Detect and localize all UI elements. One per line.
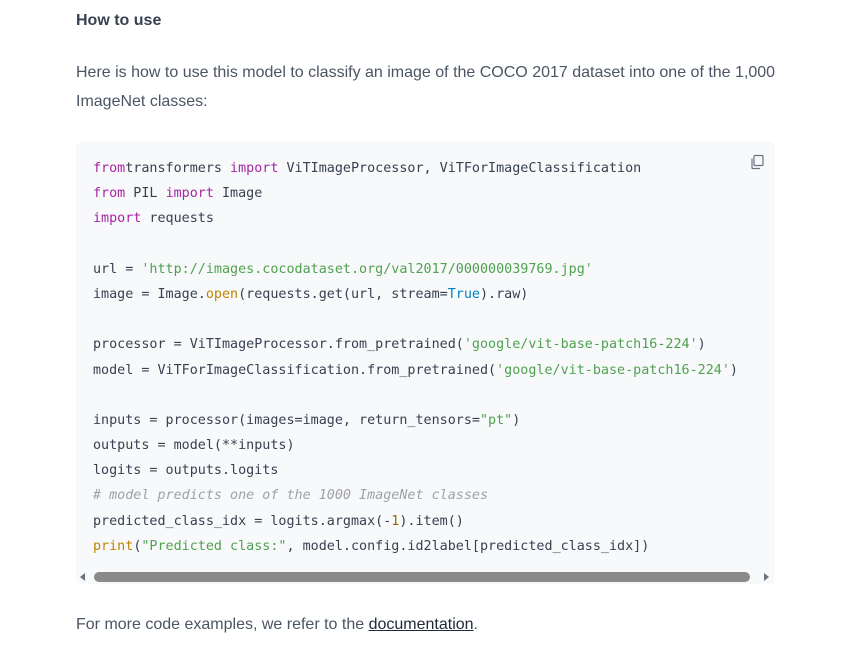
copy-button[interactable]: [749, 154, 765, 170]
code-line: inputs = processor(images=image, return_…: [93, 408, 738, 433]
section-title: How to use: [76, 12, 162, 29]
intro-paragraph: Here is how to use this model to classif…: [76, 64, 776, 110]
code-token: predicted_class_idx = logits.argmax(-: [93, 513, 392, 529]
code-token: "Predicted class:": [141, 538, 287, 554]
code-line: print("Predicted class:", model.config.i…: [93, 534, 738, 559]
code-token: PIL: [125, 186, 166, 202]
code-token: ).raw): [479, 286, 529, 302]
code-token: import: [93, 211, 142, 227]
code-line: image = Image.open(requests.get(url, str…: [93, 282, 738, 307]
code-line: logits = outputs.logits: [93, 458, 738, 483]
code-token: model = ViTForImageClassification.from_p…: [93, 362, 497, 378]
code-token: , model.config.id2label[predicted_class_…: [286, 538, 650, 554]
code-line: from PIL import Image: [93, 181, 738, 206]
code-token: ): [697, 337, 706, 353]
code-line: model = ViTForImageClassification.from_p…: [93, 358, 738, 383]
code-token: print: [93, 538, 134, 554]
footer-prefix: For more code examples, we refer to the: [76, 616, 369, 633]
code-token: ): [512, 412, 521, 428]
code-token: 'google/vit-base-patch16-224': [496, 362, 730, 378]
code-token: Image: [213, 186, 263, 202]
code-token: image = Image.: [93, 286, 206, 302]
code-token: "pt": [479, 412, 513, 428]
scroll-left-arrow-icon[interactable]: [80, 573, 85, 581]
code-line: import requests: [93, 206, 738, 231]
code-token: outputs = model(**inputs): [93, 438, 295, 454]
footer-suffix: .: [473, 616, 478, 633]
code-line: fromtransformers import ViTImageProcesso…: [93, 156, 738, 181]
horizontal-scrollbar[interactable]: [80, 570, 771, 584]
code-block: fromtransformers import ViTImageProcesso…: [76, 142, 775, 584]
copy-icon: [751, 154, 764, 170]
code-token: requests: [141, 211, 214, 227]
code-token: open: [205, 286, 239, 302]
code-token: import: [165, 186, 214, 202]
code-token: ): [729, 362, 738, 378]
code-token: import: [222, 161, 279, 176]
code-token: ).item(): [399, 513, 464, 529]
code-line: predicted_class_idx = logits.argmax(-1).…: [93, 509, 738, 534]
code-line: outputs = model(**inputs): [93, 433, 738, 458]
code-token: transformers: [125, 161, 222, 176]
code-token: True: [447, 286, 480, 302]
code-token: 'google/vit-base-patch16-224': [463, 337, 698, 353]
scroll-right-arrow-icon[interactable]: [764, 573, 769, 581]
code-token: url =: [93, 261, 142, 277]
code-line: url = 'http://images.cocodataset.org/val…: [93, 257, 738, 282]
code-token: processor = ViTImageProcessor.from_pretr…: [93, 337, 464, 353]
code-token: logits = outputs.logits: [93, 463, 279, 479]
footer-paragraph: For more code examples, we refer to the …: [76, 613, 478, 637]
code-token: ViTImageProcessor, ViTForImageClassifica…: [278, 161, 642, 176]
documentation-link[interactable]: documentation: [369, 616, 474, 633]
code-line: # model predicts one of the 1000 ImageNe…: [93, 483, 738, 508]
code-token: (requests.get(url, stream=: [238, 286, 448, 302]
scrollbar-thumb[interactable]: [94, 572, 750, 582]
code-content: fromtransformers import ViTImageProcesso…: [93, 156, 738, 559]
code-line: processor = ViTImageProcessor.from_pretr…: [93, 332, 738, 357]
code-token: inputs = processor(images=image, return_…: [93, 412, 480, 428]
code-token: from: [93, 161, 126, 176]
code-token: from: [93, 186, 126, 202]
code-token: 'http://images.cocodataset.org/val2017/0…: [141, 261, 593, 277]
code-token: # model predicts one of the 1000 ImageNe…: [93, 488, 489, 504]
